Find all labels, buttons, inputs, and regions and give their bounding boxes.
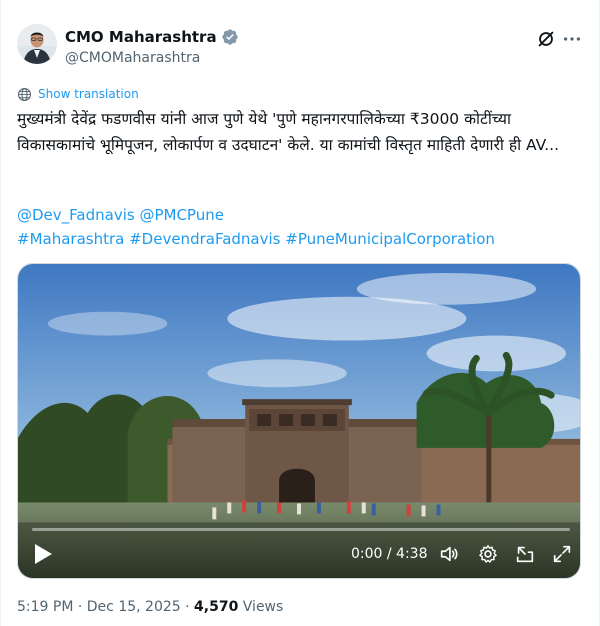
settings-icon[interactable] [477,543,499,565]
tweet-post: CMO Maharashtra @CMOMaharashtra Show tra… [0,0,600,626]
hashtags-line: #Maharashtra #DevendraFadnavis #PuneMuni… [17,229,495,249]
verified-badge-icon[interactable] [221,28,239,46]
avatar[interactable] [17,24,57,64]
show-translation-label[interactable]: Show translation [38,87,139,101]
meta-separator: · [77,599,83,615]
volume-icon[interactable] [438,543,460,565]
meta-separator: · [185,599,190,615]
hashtag-link[interactable]: #DevendraFadnavis [129,230,280,248]
mention-link[interactable]: @PMCPune [139,206,224,224]
views-count: 4,570 [194,599,239,615]
post-time[interactable]: 5:19 PM [17,599,73,615]
grok-icon[interactable] [535,28,557,50]
video-time: 0:00 / 4:38 [351,546,428,562]
mention-link[interactable]: @Dev_Fadnavis [17,206,135,224]
play-icon[interactable] [32,542,54,566]
views-label: Views [242,599,284,615]
show-translation-link[interactable]: Show translation [17,85,139,103]
author-handle[interactable]: @CMOMaharashtra [65,49,200,67]
author-display-name[interactable]: CMO Maharashtra [65,27,217,47]
video-progress-bar[interactable] [32,528,570,531]
fullscreen-icon[interactable] [551,543,573,565]
video-controls: 0:00 / 4:38 [18,532,580,578]
more-icon[interactable] [561,28,583,50]
mentions-line: @Dev_Fadnavis @PMCPune [17,205,224,225]
translate-icon [18,87,31,101]
avatar-image [17,24,57,64]
hashtag-link[interactable]: #PuneMunicipalCorporation [285,230,495,248]
video-player[interactable]: 0:00 / 4:38 [17,263,581,579]
tweet-text: मुख्यमंत्री देवेंद्र फडणवीस यांनी आज पुण… [17,110,560,154]
post-meta: 5:19 PM · Dec 15, 2025 · 4,570 Views [17,597,283,617]
hashtag-link[interactable]: #Maharashtra [17,230,124,248]
author-name[interactable]: CMO Maharashtra [65,27,239,47]
post-date[interactable]: Dec 15, 2025 [87,599,181,615]
pip-icon[interactable] [514,543,536,565]
